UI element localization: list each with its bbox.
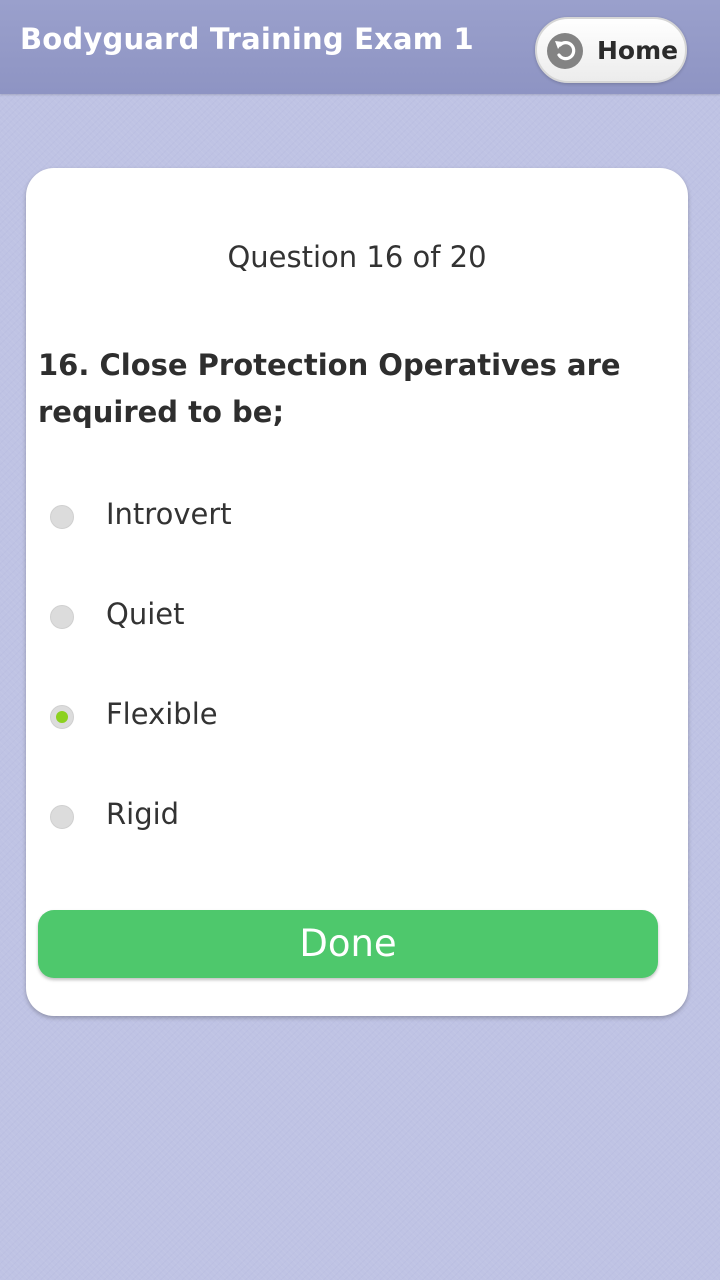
radio-button[interactable] bbox=[50, 505, 74, 529]
question-text: 16. Close Protection Operatives are requ… bbox=[38, 348, 621, 429]
radio-button-selected[interactable] bbox=[50, 705, 74, 729]
page-title: Bodyguard Training Exam 1 bbox=[20, 22, 474, 56]
undo-arrow-icon bbox=[547, 33, 583, 69]
option-label: Flexible bbox=[106, 697, 218, 731]
question-counter: Question 16 of 20 bbox=[227, 240, 487, 274]
option-label: Rigid bbox=[106, 797, 180, 831]
app-header: Bodyguard Training Exam 1 Home bbox=[0, 0, 720, 94]
home-button-label: Home bbox=[597, 36, 679, 65]
question-card: Question 16 of 20 16. Close Protection O… bbox=[26, 168, 688, 1016]
radio-button[interactable] bbox=[50, 805, 74, 829]
option-label: Quiet bbox=[106, 597, 185, 631]
radio-button[interactable] bbox=[50, 605, 74, 629]
option-label: Introvert bbox=[106, 497, 232, 531]
done-button[interactable]: Done bbox=[38, 910, 658, 978]
done-button-label: Done bbox=[299, 922, 397, 965]
home-button[interactable]: Home bbox=[535, 17, 687, 83]
option-introvert[interactable]: Introvert bbox=[38, 482, 668, 552]
option-flexible[interactable]: Flexible bbox=[38, 682, 668, 752]
option-quiet[interactable]: Quiet bbox=[38, 582, 668, 652]
option-rigid[interactable]: Rigid bbox=[38, 782, 668, 852]
